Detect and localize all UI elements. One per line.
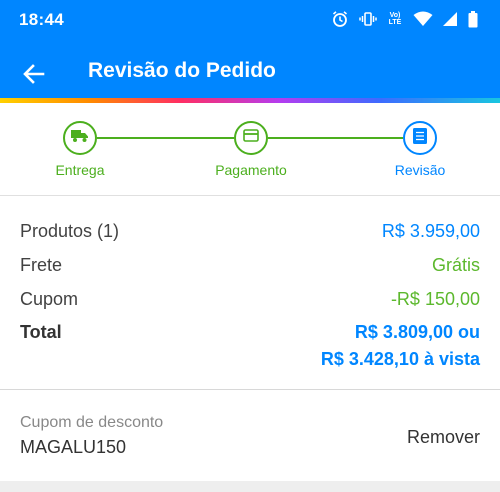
card-icon <box>243 129 259 147</box>
shipping-value: Grátis <box>431 255 480 275</box>
coupon-code: MAGALU150 <box>20 437 127 457</box>
status-bar: 18:44 Vo) LTE <box>0 0 500 38</box>
arrow-left-icon[interactable] <box>20 60 48 88</box>
page-title: Revisão do Pedido <box>88 59 276 82</box>
volte-icon: Vo) LTE <box>388 12 402 26</box>
alarm-icon <box>331 10 349 28</box>
step-pagamento[interactable] <box>234 121 268 155</box>
battery-icon <box>468 10 478 28</box>
status-icons: Vo) LTE <box>331 9 478 29</box>
truck-icon <box>71 129 89 148</box>
products-label: Produtos (1) <box>20 221 120 241</box>
bottom-divider <box>0 481 500 492</box>
coupon-section: Cupom de desconto MAGALU150 Remover <box>0 391 500 481</box>
step-label-pagamento: Pagamento <box>215 162 287 178</box>
step-entrega[interactable] <box>63 121 97 155</box>
products-value: R$ 3.959,00 <box>381 221 480 241</box>
step-label-revisao: Revisão <box>394 162 446 178</box>
app-bar: 18:44 Vo) LTE Revisão do Pedido <box>0 0 500 103</box>
wifi-icon <box>413 11 433 27</box>
checkout-stepper: Entrega Pagamento Revisão <box>0 103 500 196</box>
step-connector-1 <box>97 137 234 139</box>
vibrate-icon <box>359 10 377 28</box>
toolbar: Revisão do Pedido <box>0 48 500 98</box>
step-connector-2 <box>268 137 403 139</box>
remove-coupon-button[interactable]: Remover <box>407 427 480 448</box>
total-label: Total <box>20 322 62 342</box>
status-time: 18:44 <box>19 10 64 29</box>
shipping-label: Frete <box>20 255 63 275</box>
coupon-discount-label: Cupom <box>20 289 79 309</box>
signal-icon <box>443 11 458 27</box>
total-value-installments: R$ 3.809,00 ou <box>354 322 480 342</box>
order-summary: Produtos (1) R$ 3.959,00 Frete Grátis Cu… <box>0 197 500 390</box>
coupon-field-label: Cupom de desconto <box>20 414 164 431</box>
total-value-cash: R$ 3.428,10 à vista <box>320 349 480 369</box>
step-label-entrega: Entrega <box>55 162 105 178</box>
list-icon <box>413 127 427 149</box>
step-revisao[interactable] <box>403 121 437 155</box>
coupon-discount-value: -R$ 150,00 <box>390 289 480 309</box>
